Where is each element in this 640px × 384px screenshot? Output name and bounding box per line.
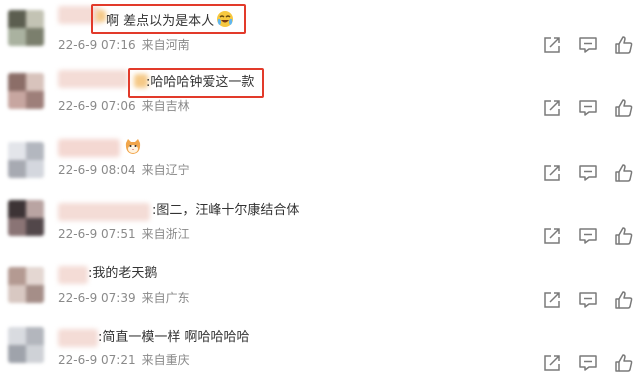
comment-actions <box>542 353 638 373</box>
comment-icon[interactable] <box>578 98 598 118</box>
comment-actions <box>542 163 638 183</box>
comment-icon[interactable] <box>578 35 598 55</box>
like-icon[interactable] <box>614 98 634 118</box>
avatar[interactable] <box>8 10 44 46</box>
comment-item: :简直一模一样 啊哈哈哈哈 22-6-9 07:21 来自重庆 <box>0 320 640 384</box>
comment-text: 啊 差点以为是本人 <box>106 10 234 34</box>
comment-location: 来自辽宁 <box>141 163 190 177</box>
like-icon[interactable] <box>614 226 634 246</box>
comment-location: 来自重庆 <box>141 353 190 367</box>
avatar[interactable] <box>8 327 44 363</box>
comment-meta: 22-6-9 07:06 来自吉林 <box>58 98 190 114</box>
share-icon[interactable] <box>542 290 562 310</box>
avatar[interactable] <box>8 142 44 178</box>
comment-meta: 22-6-9 07:39 来自广东 <box>58 290 190 306</box>
username-blurred[interactable] <box>58 139 120 157</box>
comment-icon[interactable] <box>578 353 598 373</box>
comment-item: 22-6-9 08:04 来自辽宁 <box>0 128 640 192</box>
username-blurred[interactable] <box>58 203 150 221</box>
cat-emoji-icon <box>124 138 142 162</box>
comment-text <box>122 138 142 162</box>
comment-item: :图二，汪峰十尔康结合体 22-6-9 07:51 来自浙江 <box>0 192 640 256</box>
comment-meta: 22-6-9 07:16 来自河南 <box>58 37 190 53</box>
username-blurred[interactable] <box>58 70 128 88</box>
like-icon[interactable] <box>614 353 634 373</box>
comment-time: 22-6-9 07:39 <box>58 291 136 305</box>
comment-location: 来自吉林 <box>141 99 190 113</box>
like-icon[interactable] <box>614 163 634 183</box>
comment-meta: 22-6-9 08:04 来自辽宁 <box>58 162 190 178</box>
username-blurred[interactable] <box>58 266 88 284</box>
comment-icon[interactable] <box>578 163 598 183</box>
comment-time: 22-6-9 08:04 <box>58 163 136 177</box>
comment-location: 来自浙江 <box>141 227 190 241</box>
share-icon[interactable] <box>542 98 562 118</box>
share-icon[interactable] <box>542 226 562 246</box>
comment-actions <box>542 35 638 55</box>
avatar[interactable] <box>8 200 44 236</box>
share-icon[interactable] <box>542 35 562 55</box>
comment-actions <box>542 226 638 246</box>
like-icon[interactable] <box>614 35 634 55</box>
comment-actions <box>542 98 638 118</box>
comment-item: :哈哈哈钟爱这一款 22-6-9 07:06 来自吉林 <box>0 64 640 128</box>
comment-location: 来自河南 <box>141 38 190 52</box>
comment-time: 22-6-9 07:51 <box>58 227 136 241</box>
comment-text: :图二，汪峰十尔康结合体 <box>152 203 300 218</box>
comment-time: 22-6-9 07:21 <box>58 353 136 367</box>
avatar[interactable] <box>8 267 44 303</box>
comment-actions <box>542 290 638 310</box>
comment-time: 22-6-9 07:16 <box>58 38 136 52</box>
comment-time: 22-6-9 07:06 <box>58 99 136 113</box>
comment-item: :我的老天鹅 22-6-9 07:39 来自广东 <box>0 256 640 320</box>
comment-text: :我的老天鹅 <box>88 266 158 281</box>
comment-meta: 22-6-9 07:51 来自浙江 <box>58 226 190 242</box>
username-blurred[interactable] <box>58 329 98 347</box>
comment-text: :哈哈哈钟爱这一款 <box>146 75 255 90</box>
like-icon[interactable] <box>614 290 634 310</box>
share-icon[interactable] <box>542 353 562 373</box>
avatar[interactable] <box>8 73 44 109</box>
comment-icon[interactable] <box>578 290 598 310</box>
comment-location: 来自广东 <box>141 291 190 305</box>
comment-meta: 22-6-9 07:21 来自重庆 <box>58 352 190 368</box>
share-icon[interactable] <box>542 163 562 183</box>
comment-item: 啊 差点以为是本人 22-6-9 07:16 来自河南 <box>0 0 640 64</box>
crying-laughing-emoji-icon <box>216 10 234 34</box>
comment-text: :简直一模一样 啊哈哈哈哈 <box>98 330 250 345</box>
comment-icon[interactable] <box>578 226 598 246</box>
